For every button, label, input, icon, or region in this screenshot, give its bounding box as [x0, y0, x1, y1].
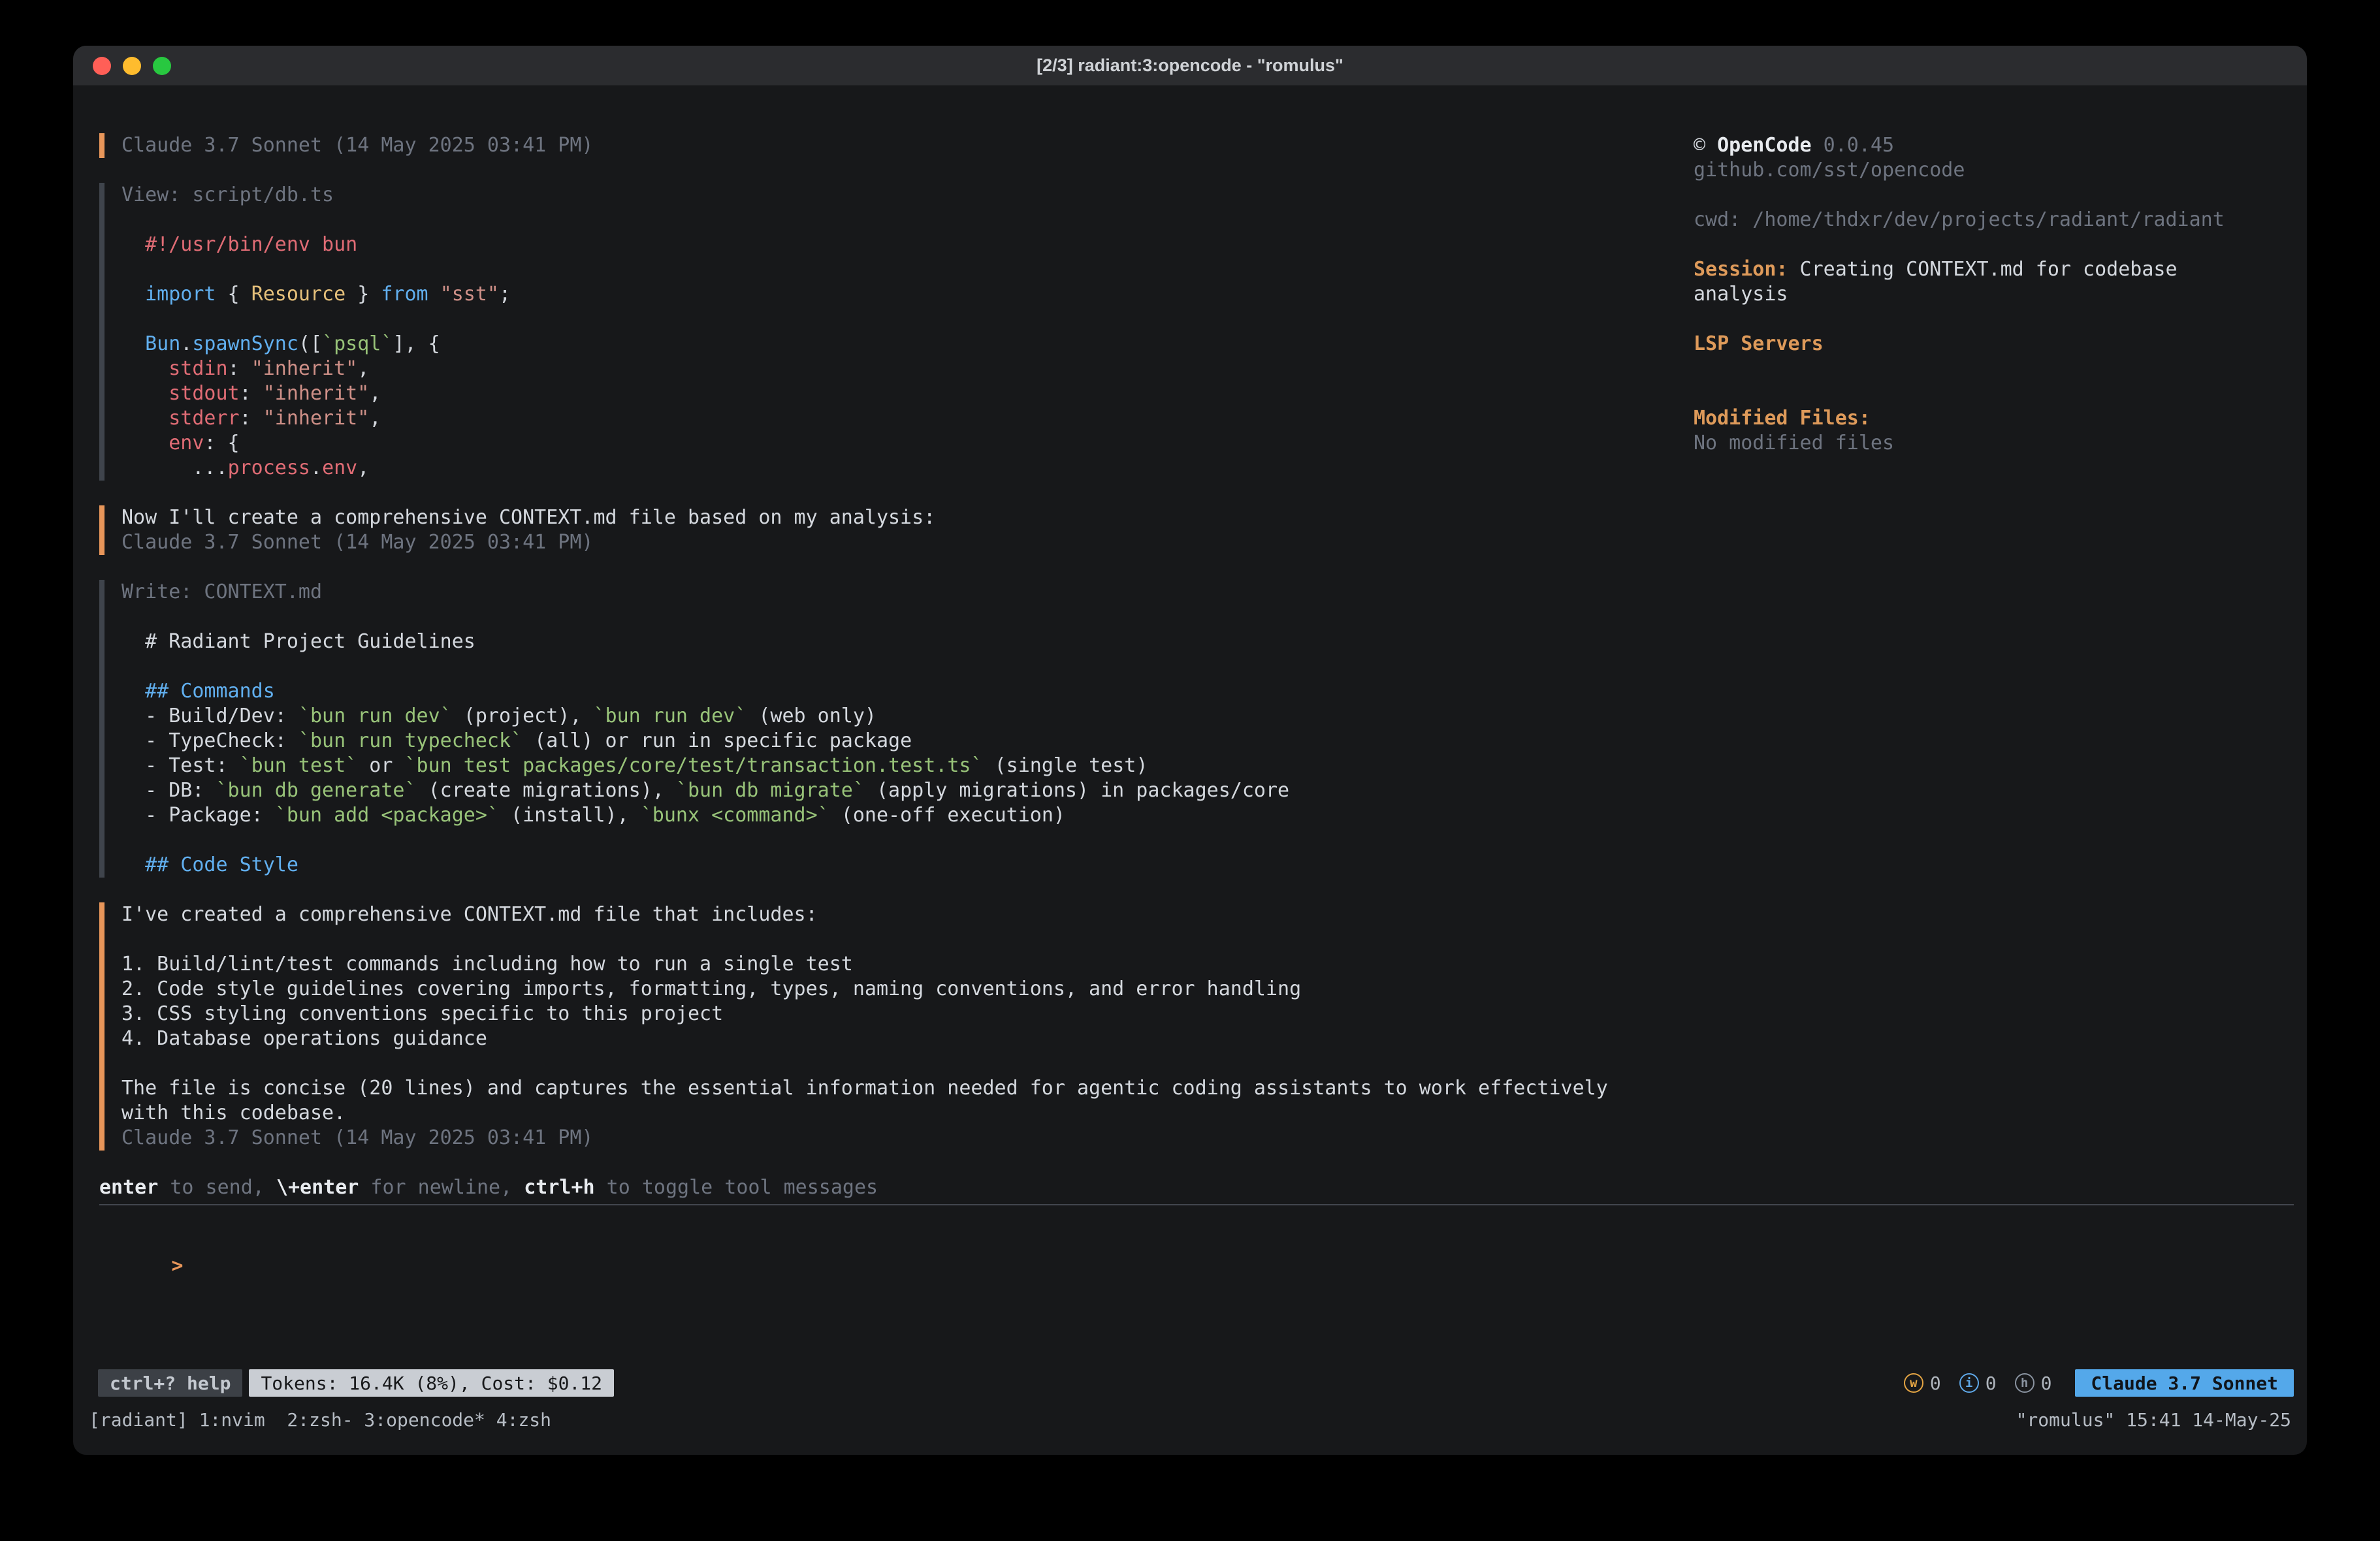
text-line	[121, 654, 2294, 679]
text-line: - Package: `bun add <package>` (install)…	[121, 803, 2294, 828]
text-line	[1694, 357, 2281, 381]
text-line	[1694, 183, 2281, 208]
zoom-button[interactable]	[153, 57, 171, 75]
terminal-window: [2/3] radiant:3:opencode - "romulus" Cla…	[73, 46, 2307, 1455]
info-count: 0	[1986, 1373, 1997, 1394]
prompt-symbol: >	[171, 1254, 183, 1277]
text-line: ## Code Style	[121, 853, 2294, 878]
input-box[interactable]: >	[99, 1204, 2294, 1303]
text-line: Write: CONTEXT.md	[121, 580, 2294, 605]
text-line: - Build/Dev: `bun run dev` (project), `b…	[121, 704, 2294, 729]
hint-count: 0	[2041, 1373, 2052, 1394]
text-line: © OpenCode 0.0.45	[1694, 133, 2281, 158]
minimize-button[interactable]	[123, 57, 141, 75]
diagnostic-info: i0	[1959, 1373, 1997, 1394]
text-line: ## Commands	[121, 679, 2294, 704]
info-icon: i	[1959, 1373, 1979, 1393]
text-line: # Radiant Project Guidelines	[121, 629, 2294, 654]
status-bar: ctrl+? help Tokens: 16.4K (8%), Cost: $0…	[98, 1369, 2294, 1397]
help-shortcut-badge: ctrl+? help	[98, 1369, 242, 1397]
sidebar: © OpenCode 0.0.45github.com/sst/opencode…	[1694, 133, 2281, 456]
text-line: Session: Creating CONTEXT.md for codebas…	[1694, 257, 2281, 282]
text-line	[1694, 381, 2281, 406]
text-line	[121, 1051, 2294, 1076]
titlebar: [2/3] radiant:3:opencode - "romulus"	[73, 46, 2307, 86]
tokens-cost-badge: Tokens: 16.4K (8%), Cost: $0.12	[249, 1369, 614, 1397]
text-line	[121, 927, 2294, 952]
tmux-windows[interactable]: [radiant] 1:nvim 2:zsh- 3:opencode* 4:zs…	[89, 1409, 551, 1431]
close-button[interactable]	[93, 57, 111, 75]
text-line: - DB: `bun db generate` (create migratio…	[121, 778, 2294, 803]
text-line: - Test: `bun test` or `bun test packages…	[121, 754, 2294, 778]
text-line: No modified files	[1694, 431, 2281, 456]
text-line: 3. CSS styling conventions specific to t…	[121, 1002, 2294, 1026]
window-title: [2/3] radiant:3:opencode - "romulus"	[1037, 56, 1343, 76]
text-line: ...process.env,	[121, 456, 2294, 481]
hint-icon: h	[2015, 1373, 2034, 1393]
text-line: Claude 3.7 Sonnet (14 May 2025 03:41 PM)	[121, 530, 2294, 555]
diagnostics: w0i0h0	[1904, 1373, 2052, 1394]
diagnostic-hint: h0	[2015, 1373, 2052, 1394]
model-badge[interactable]: Claude 3.7 Sonnet	[2075, 1369, 2294, 1397]
warning-icon: w	[1904, 1373, 1923, 1393]
text-line: github.com/sst/opencode	[1694, 158, 2281, 183]
text-line: 2. Code style guidelines covering import…	[121, 977, 2294, 1002]
text-line: Claude 3.7 Sonnet (14 May 2025 03:41 PM)	[121, 1126, 2294, 1151]
text-line: I've created a comprehensive CONTEXT.md …	[121, 902, 2294, 927]
text-line: The file is concise (20 lines) and captu…	[121, 1076, 2294, 1101]
status-bar-right: w0i0h0 Claude 3.7 Sonnet	[1904, 1369, 2294, 1397]
text-line: 4. Database operations guidance	[121, 1026, 2294, 1051]
text-line: LSP Servers	[1694, 332, 2281, 357]
text-line: 1. Build/lint/test commands including ho…	[121, 952, 2294, 977]
traffic-lights	[93, 46, 171, 86]
assistant-message-block: I've created a comprehensive CONTEXT.md …	[99, 902, 2294, 1151]
tmux-status-bar: [radiant] 1:nvim 2:zsh- 3:opencode* 4:zs…	[89, 1406, 2291, 1433]
text-line	[121, 605, 2294, 629]
diagnostic-warning: w0	[1904, 1373, 1941, 1394]
text-line	[1694, 232, 2281, 257]
tool-message-block: Write: CONTEXT.md # Radiant Project Guid…	[99, 580, 2294, 878]
text-line: analysis	[1694, 282, 2281, 307]
text-line: with this codebase.	[121, 1101, 2294, 1126]
text-line	[121, 828, 2294, 853]
text-line	[1694, 307, 2281, 332]
text-line: - TypeCheck: `bun run typecheck` (all) o…	[121, 729, 2294, 754]
assistant-message-block: Now I'll create a comprehensive CONTEXT.…	[99, 505, 2294, 555]
text-line: cwd: /home/thdxr/dev/projects/radiant/ra…	[1694, 208, 2281, 232]
warning-count: 0	[1930, 1373, 1941, 1394]
text-line: Now I'll create a comprehensive CONTEXT.…	[121, 505, 2294, 530]
help-line: enter to send, \+enter for newline, ctrl…	[99, 1175, 2294, 1200]
tmux-session-info: "romulus" 15:41 14-May-25	[2016, 1409, 2291, 1431]
text-line: Modified Files:	[1694, 406, 2281, 431]
status-bar-left: ctrl+? help Tokens: 16.4K (8%), Cost: $0…	[98, 1369, 614, 1397]
sidebar-lines: © OpenCode 0.0.45github.com/sst/opencode…	[1694, 133, 2281, 456]
